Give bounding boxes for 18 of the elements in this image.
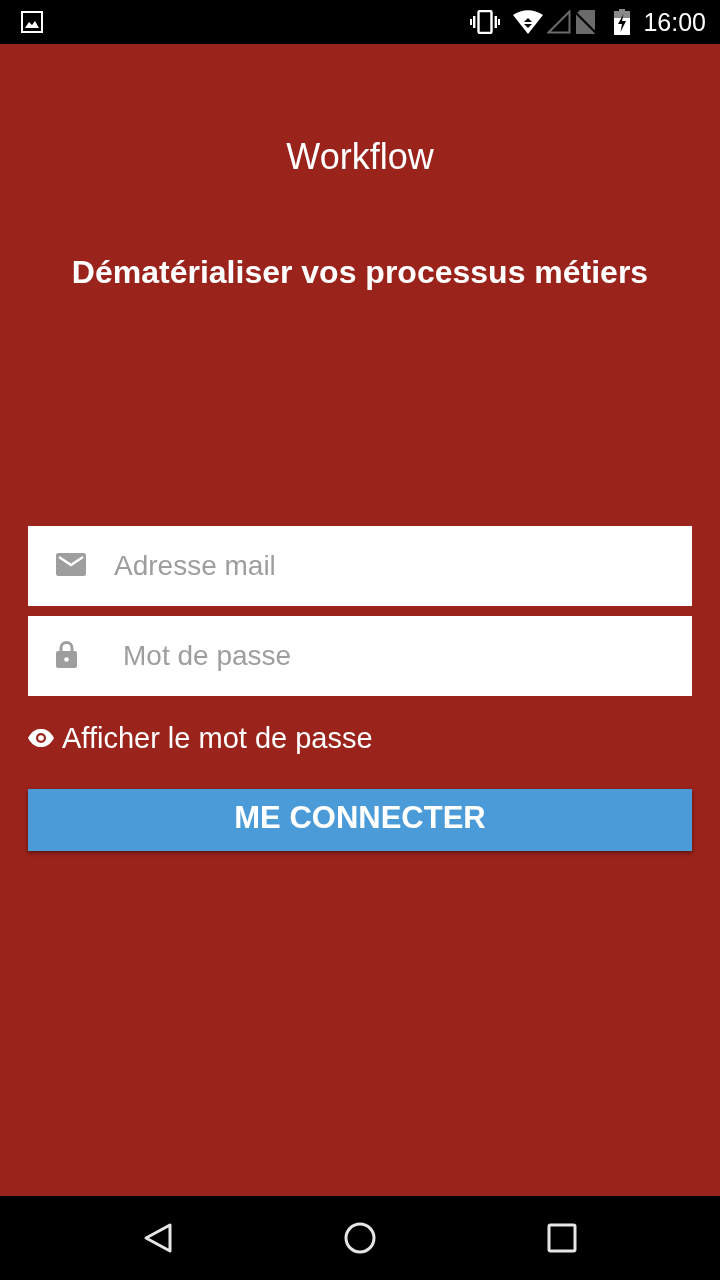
home-icon[interactable] <box>344 1222 376 1254</box>
no-sim-icon <box>575 10 598 34</box>
email-field[interactable]: Adresse mail <box>28 526 692 606</box>
wifi-icon <box>513 10 544 34</box>
password-field[interactable]: Mot de passe <box>28 616 692 696</box>
lock-icon <box>56 641 77 668</box>
vibrate-icon <box>470 10 501 34</box>
app-title: Workflow <box>286 137 434 177</box>
show-password-label[interactable]: Afficher le mot de passe <box>62 722 373 754</box>
app-subtitle: Dématérialiser vos processus métiers <box>71 253 649 291</box>
eye-icon <box>28 729 54 747</box>
mail-icon <box>56 553 86 576</box>
recents-icon[interactable] <box>547 1223 577 1253</box>
signal-icon <box>547 10 572 34</box>
image-notification-icon <box>21 11 43 33</box>
status-time: 16:00 <box>643 9 706 35</box>
battery-charging-icon <box>614 9 631 35</box>
back-icon[interactable] <box>143 1222 173 1254</box>
